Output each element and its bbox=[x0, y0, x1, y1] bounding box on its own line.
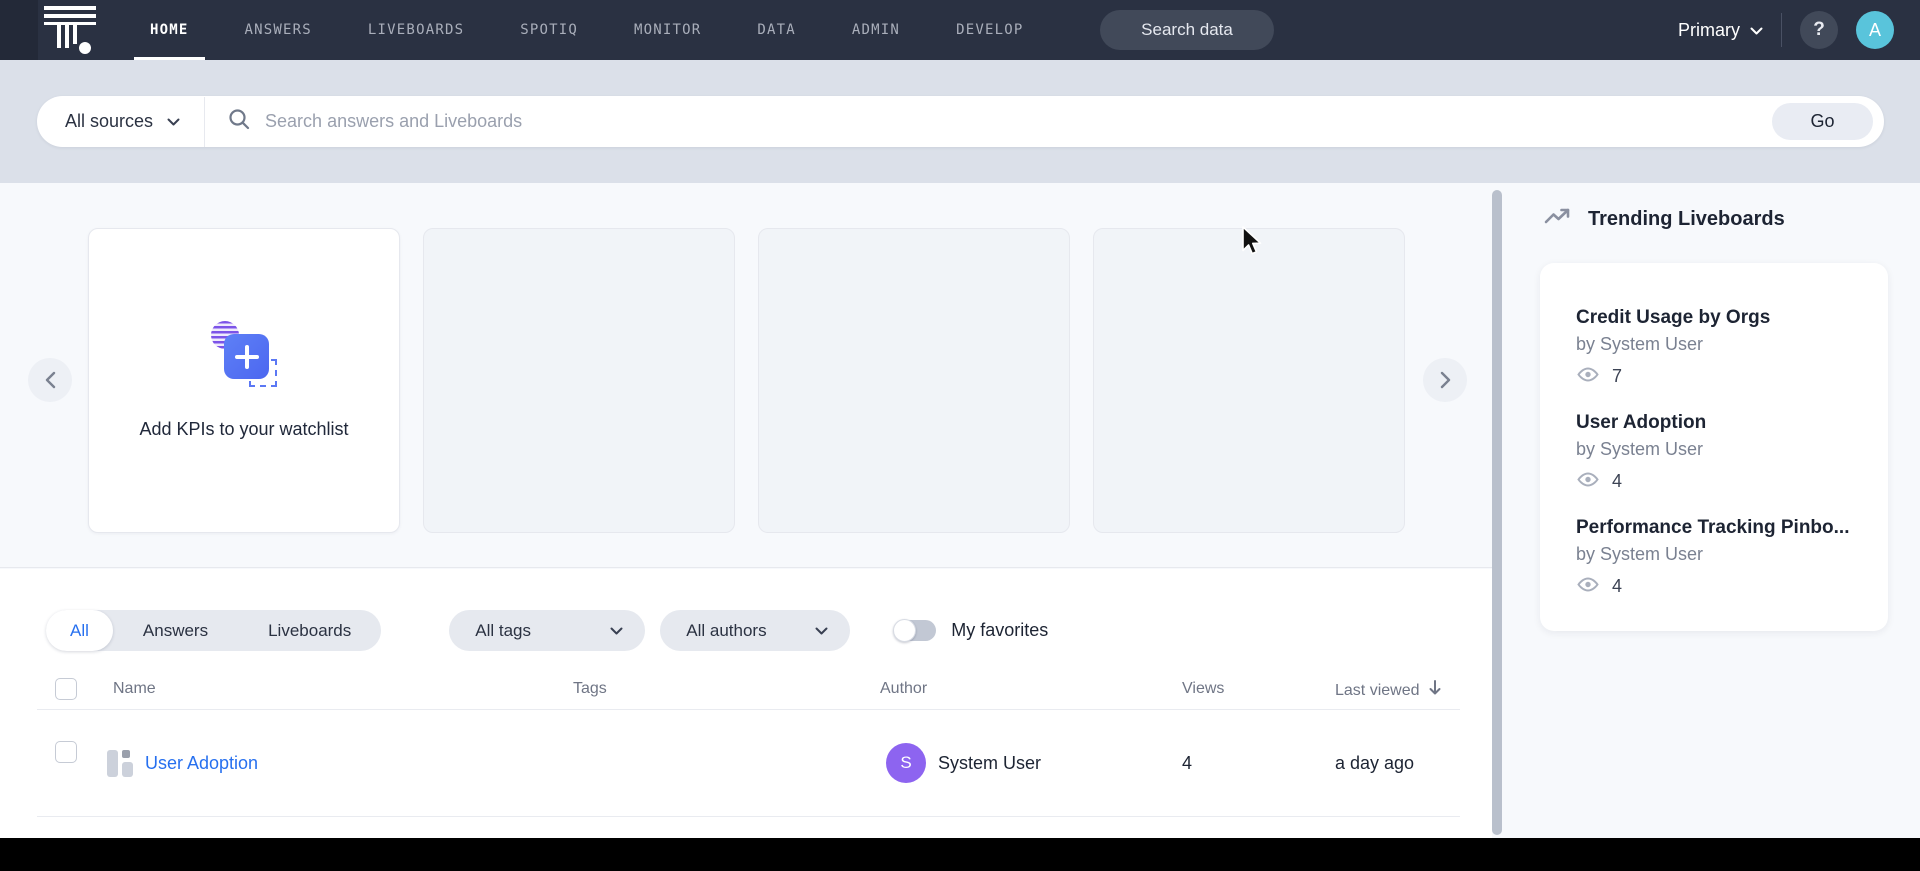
nav-tab-develop[interactable]: DEVELOP bbox=[956, 0, 1023, 60]
global-search-bar: All sources Go bbox=[37, 96, 1884, 147]
author-avatar: S bbox=[886, 743, 926, 783]
help-button[interactable]: ? bbox=[1800, 11, 1838, 49]
carousel-prev-button[interactable] bbox=[28, 358, 72, 402]
add-kpi-icon bbox=[211, 321, 277, 387]
my-favorites-label: My favorites bbox=[951, 620, 1048, 641]
trending-item-views: 7 bbox=[1612, 366, 1622, 387]
table-header: Name Tags Author Views Last viewed bbox=[0, 676, 1455, 710]
trending-card: Credit Usage by Orgs by System User 7 Us… bbox=[1540, 263, 1888, 631]
row-views: 4 bbox=[1182, 753, 1192, 774]
org-selector-dropdown[interactable]: Primary bbox=[1678, 20, 1763, 41]
nav-tab-monitor[interactable]: MONITOR bbox=[634, 0, 701, 60]
trending-item-author: by System User bbox=[1576, 439, 1864, 460]
column-header-author[interactable]: Author bbox=[880, 680, 927, 698]
authors-filter-label: All authors bbox=[686, 621, 766, 641]
trending-item-title[interactable]: Credit Usage by Orgs bbox=[1576, 307, 1864, 329]
trending-title: Trending Liveboards bbox=[1588, 208, 1785, 231]
tab-answers[interactable]: Answers bbox=[113, 610, 238, 651]
top-nav-bar: HOME ANSWERS LIVEBOARDS SPOTIQ MONITOR D… bbox=[0, 0, 1920, 60]
eye-icon bbox=[1576, 576, 1600, 597]
nav-right-group: Primary ? A bbox=[1678, 0, 1894, 60]
nav-tab-data[interactable]: DATA bbox=[757, 0, 796, 60]
nav-left-strip bbox=[0, 0, 38, 60]
tags-filter-dropdown[interactable]: All tags bbox=[449, 610, 645, 651]
plus-icon bbox=[235, 345, 259, 369]
org-selector-label: Primary bbox=[1678, 20, 1740, 41]
kpi-watchlist-carousel: Add KPIs to your watchlist bbox=[0, 183, 1492, 568]
trending-item-views: 4 bbox=[1612, 576, 1622, 597]
search-bar-divider bbox=[204, 97, 205, 147]
trending-item-author: by System User bbox=[1576, 544, 1864, 565]
column-header-last-viewed[interactable]: Last viewed bbox=[1335, 680, 1442, 701]
trending-up-icon bbox=[1544, 207, 1572, 232]
bottom-black-bar bbox=[0, 838, 1920, 871]
go-button[interactable]: Go bbox=[1772, 103, 1873, 140]
column-header-name[interactable]: Name bbox=[113, 680, 156, 698]
row-checkbox[interactable] bbox=[55, 741, 77, 763]
nav-divider bbox=[1781, 13, 1782, 47]
user-avatar[interactable]: A bbox=[1856, 11, 1894, 49]
search-input[interactable] bbox=[265, 111, 1772, 132]
sources-dropdown-label: All sources bbox=[65, 111, 153, 132]
kpi-placeholder-card bbox=[758, 228, 1070, 533]
eye-icon bbox=[1576, 471, 1600, 492]
column-header-views[interactable]: Views bbox=[1182, 680, 1224, 698]
column-header-tags[interactable]: Tags bbox=[573, 680, 607, 698]
trending-sidebar: Trending Liveboards Credit Usage by Orgs… bbox=[1540, 183, 1888, 743]
row-name-link[interactable]: User Adoption bbox=[145, 753, 258, 774]
eye-icon bbox=[1576, 366, 1600, 387]
content-list-section: All Answers Liveboards All tags All auth… bbox=[0, 569, 1492, 838]
nav-tab-answers[interactable]: ANSWERS bbox=[245, 0, 312, 60]
nav-tab-admin[interactable]: ADMIN bbox=[852, 0, 900, 60]
trending-item-views: 4 bbox=[1612, 471, 1622, 492]
trending-item-author: by System User bbox=[1576, 334, 1864, 355]
nav-tab-spotiq[interactable]: SPOTIQ bbox=[520, 0, 578, 60]
table-row[interactable]: User Adoption S System User 4 a day ago bbox=[0, 710, 1455, 816]
row-divider bbox=[37, 816, 1460, 817]
tab-liveboards[interactable]: Liveboards bbox=[238, 610, 381, 651]
sources-dropdown[interactable]: All sources bbox=[37, 111, 204, 132]
trending-item[interactable]: Credit Usage by Orgs by System User 7 bbox=[1576, 307, 1864, 387]
primary-nav-menu: HOME ANSWERS LIVEBOARDS SPOTIQ MONITOR D… bbox=[150, 0, 1023, 60]
type-filter-tabs: All Answers Liveboards bbox=[46, 610, 381, 651]
vertical-scrollbar[interactable] bbox=[1492, 190, 1502, 835]
chevron-down-icon bbox=[167, 111, 180, 132]
nav-tab-home[interactable]: HOME bbox=[150, 0, 189, 60]
chevron-left-icon bbox=[45, 371, 56, 389]
add-kpi-card[interactable]: Add KPIs to your watchlist bbox=[88, 228, 400, 533]
sort-descending-icon bbox=[1428, 680, 1442, 701]
chevron-down-icon bbox=[610, 621, 623, 641]
authors-filter-dropdown[interactable]: All authors bbox=[660, 610, 850, 651]
add-kpi-label: Add KPIs to your watchlist bbox=[139, 419, 348, 440]
search-icon bbox=[227, 107, 251, 136]
liveboard-icon bbox=[107, 750, 135, 777]
filter-row: All Answers Liveboards All tags All auth… bbox=[46, 610, 1048, 651]
trending-item[interactable]: User Adoption by System User 4 bbox=[1576, 412, 1864, 492]
kpi-placeholder-card bbox=[423, 228, 735, 533]
tags-filter-label: All tags bbox=[475, 621, 531, 641]
row-last-viewed: a day ago bbox=[1335, 753, 1414, 774]
trending-item[interactable]: Performance Tracking Pinbo... by System … bbox=[1576, 517, 1864, 597]
trending-header: Trending Liveboards bbox=[1544, 207, 1785, 232]
row-author: System User bbox=[938, 753, 1041, 774]
carousel-next-button[interactable] bbox=[1423, 358, 1467, 402]
tab-all[interactable]: All bbox=[46, 610, 113, 651]
nav-tab-liveboards[interactable]: LIVEBOARDS bbox=[368, 0, 464, 60]
chevron-right-icon bbox=[1440, 371, 1451, 389]
search-data-button[interactable]: Search data bbox=[1100, 10, 1274, 50]
chevron-down-icon bbox=[815, 621, 828, 641]
select-all-checkbox[interactable] bbox=[55, 678, 77, 700]
thoughtspot-logo-icon[interactable] bbox=[44, 6, 96, 56]
kpi-placeholder-card bbox=[1093, 228, 1405, 533]
trending-item-title[interactable]: User Adoption bbox=[1576, 412, 1864, 434]
trending-item-title[interactable]: Performance Tracking Pinbo... bbox=[1576, 517, 1864, 539]
main-content: Add KPIs to your watchlist All Answers L… bbox=[0, 183, 1492, 838]
search-band: All sources Go bbox=[0, 60, 1920, 183]
chevron-down-icon bbox=[1750, 20, 1763, 41]
my-favorites-toggle[interactable] bbox=[894, 620, 936, 641]
